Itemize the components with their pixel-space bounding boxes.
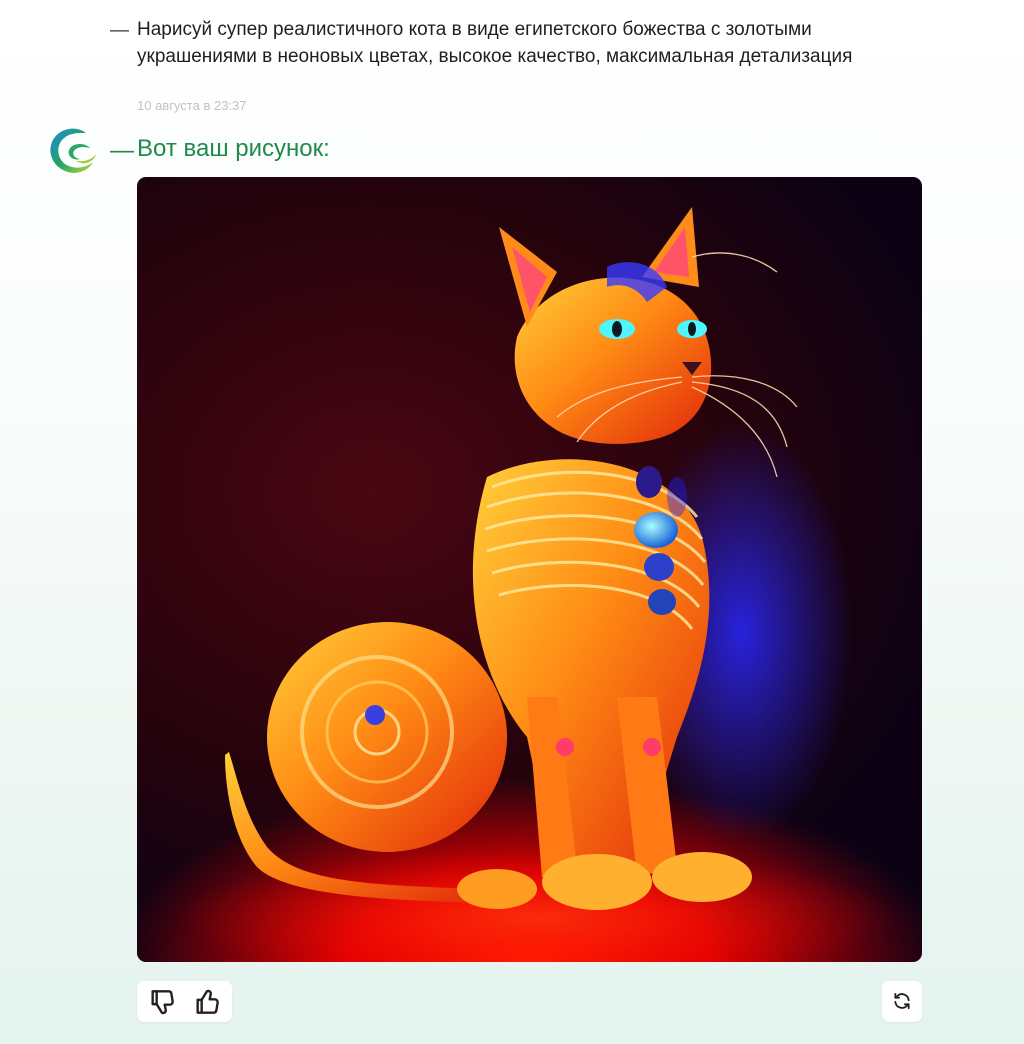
user-message-text: Нарисуй супер реалистичного кота в виде … (137, 19, 853, 67)
regenerate-button[interactable] (882, 981, 922, 1022)
assistant-logo-icon (46, 124, 98, 176)
thumbs-up-icon[interactable] (191, 986, 223, 1018)
thumbs-down-icon[interactable] (146, 986, 178, 1018)
refresh-icon (894, 993, 910, 1009)
bot-message-dash: — (110, 137, 134, 164)
message-timestamp: 10 августа в 23:37 (137, 98, 247, 113)
feedback-buttons (137, 981, 232, 1022)
generated-image[interactable] (137, 177, 922, 962)
bot-message-text: Вот ваш рисунок: (137, 135, 330, 162)
user-message-dash: — (110, 20, 129, 41)
